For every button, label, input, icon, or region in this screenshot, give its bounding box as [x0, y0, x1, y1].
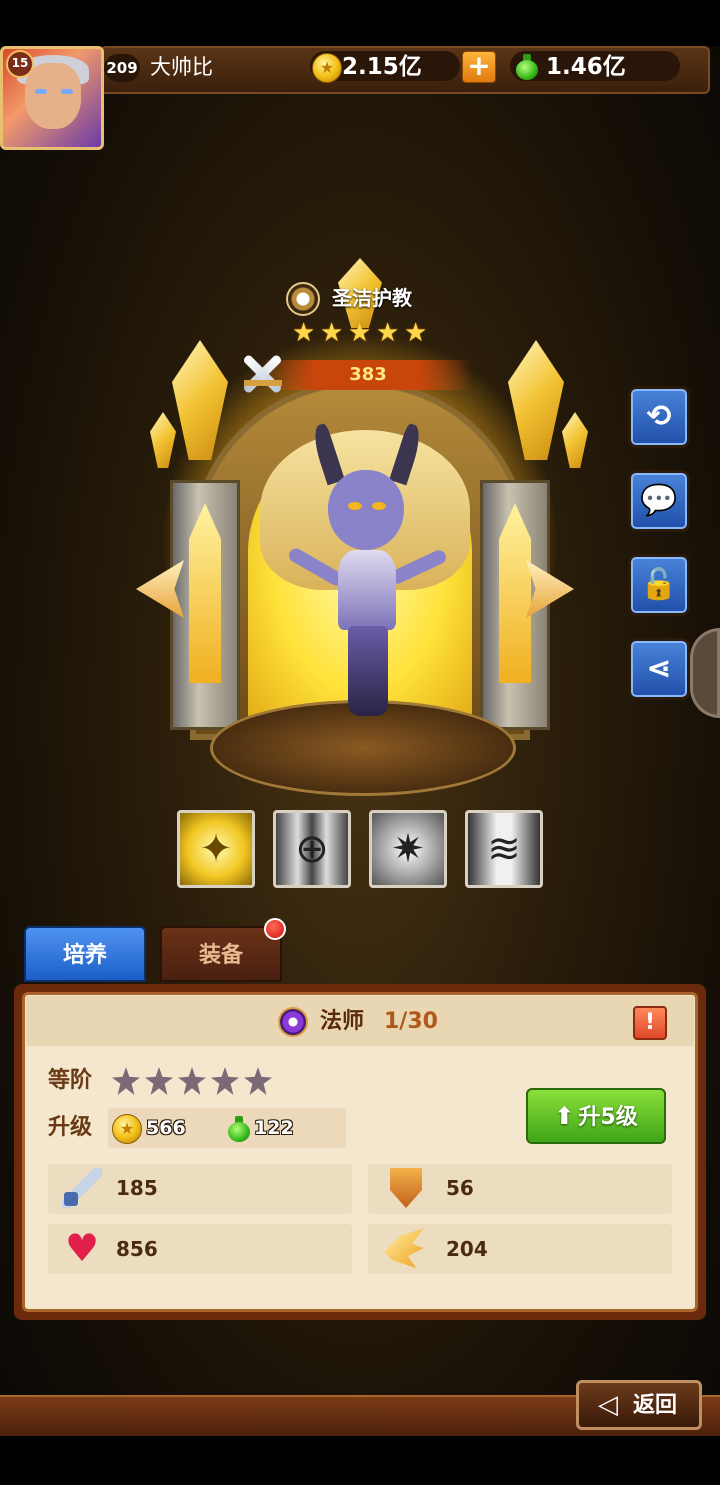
holy-faction-icon — [286, 282, 320, 316]
sword-icon — [62, 1168, 102, 1208]
chat-button[interactable]: 💬 — [628, 470, 690, 532]
unlock-button[interactable]: 🔓 — [628, 554, 690, 616]
nav-bar-area — [0, 1436, 720, 1485]
holy-light-skill-icon: ✦ — [199, 826, 233, 872]
skill-slot-1[interactable]: ✦ — [177, 810, 255, 888]
avatar-face — [25, 63, 81, 129]
crosshair-skill-icon: ⊕ — [295, 826, 329, 872]
skill-slot-4[interactable]: ≋ — [465, 810, 543, 888]
chat-icon: 💬 — [640, 483, 678, 518]
skill-slot-2[interactable]: ⊕ — [273, 810, 351, 888]
hero-star-rating: ★ ★ ★ ★ ★ — [292, 320, 432, 348]
info-button[interactable]: ! — [633, 1006, 667, 1040]
arrow-up-icon: ⬆ — [554, 1102, 575, 1130]
defense-value: 56 — [446, 1176, 474, 1200]
tornado-skill-icon: ≋ — [487, 826, 521, 872]
prev-hero-button[interactable] — [136, 560, 184, 618]
hero-detail-screen: 15 209 大帅比 2.15亿 + 1.46亿 圣洁护教 ★ ★ ★ ★ ★ … — [0, 0, 720, 1485]
exp-potion-icon — [516, 54, 538, 80]
crossed-swords-icon — [238, 350, 288, 398]
add-gold-button[interactable]: + — [462, 51, 496, 83]
avatar-level-badge: 15 — [6, 50, 34, 78]
gold-amount: 2.15亿 — [342, 54, 422, 80]
upgrade-cost — [108, 1108, 346, 1148]
notification-dot — [264, 918, 286, 940]
cost-exp: 122 — [254, 1117, 294, 1139]
avatar-eye — [35, 89, 47, 94]
crystal-decoration — [562, 412, 588, 468]
star-icon: ★ — [376, 318, 400, 348]
hero-portrait[interactable] — [260, 422, 470, 720]
heart-icon: ♥ — [64, 1226, 100, 1270]
star-icon: ★ — [348, 318, 372, 348]
arrow-left-icon — [136, 560, 184, 618]
unlock-icon: 🔓 — [640, 567, 678, 602]
upgrade-button-label: 升5级 — [578, 1105, 638, 1130]
player-level: 209 — [104, 54, 140, 82]
share-icon: ⋖ — [646, 651, 672, 686]
share-button[interactable]: ⋖ — [628, 638, 690, 700]
back-label: 返回 — [633, 1393, 678, 1418]
arrow-right-icon — [526, 560, 574, 618]
star-icon: ★ — [320, 318, 344, 348]
tab-train[interactable]: 培养 — [24, 926, 146, 982]
attack-value: 185 — [116, 1176, 158, 1200]
gold-coin-icon — [112, 1114, 142, 1144]
star-icon: ★ — [404, 318, 428, 348]
hero-power: 383 — [349, 364, 387, 385]
refresh-button[interactable]: ⟲ — [628, 386, 690, 448]
avatar-eye — [61, 89, 73, 94]
player-name: 大帅比 — [150, 55, 213, 79]
back-arrow-icon: ◁ — [598, 1390, 618, 1420]
crystal-decoration — [150, 412, 176, 468]
grade-label: 等阶 — [48, 1068, 93, 1093]
shatter-skill-icon: ✷ — [391, 826, 425, 872]
exp-potion-icon — [228, 1116, 250, 1142]
cost-gold: 566 — [146, 1117, 186, 1139]
side-drawer-handle[interactable] — [690, 628, 720, 718]
mage-class-icon — [278, 1007, 308, 1037]
class-level: 1/30 — [384, 1009, 438, 1034]
speed-value: 204 — [446, 1237, 488, 1261]
tab-equip[interactable]: 装备 — [160, 926, 282, 982]
exp-amount: 1.46亿 — [546, 54, 626, 80]
gold-coin-icon — [312, 53, 342, 83]
star-icon: ★ — [292, 318, 316, 348]
back-button[interactable]: ◁ 返回 — [576, 1380, 702, 1430]
refresh-icon: ⟲ — [646, 399, 672, 434]
upgrade-5-button[interactable]: ⬆ 升5级 — [526, 1088, 666, 1144]
class-name: 法师 — [320, 1009, 365, 1034]
skill-slot-3[interactable]: ✷ — [369, 810, 447, 888]
hero-name: 圣洁护教 — [332, 286, 412, 310]
upgrade-label: 升级 — [48, 1115, 93, 1140]
next-hero-button[interactable] — [526, 560, 574, 618]
status-bar-area — [0, 0, 720, 46]
hp-value: 856 — [116, 1237, 158, 1261]
